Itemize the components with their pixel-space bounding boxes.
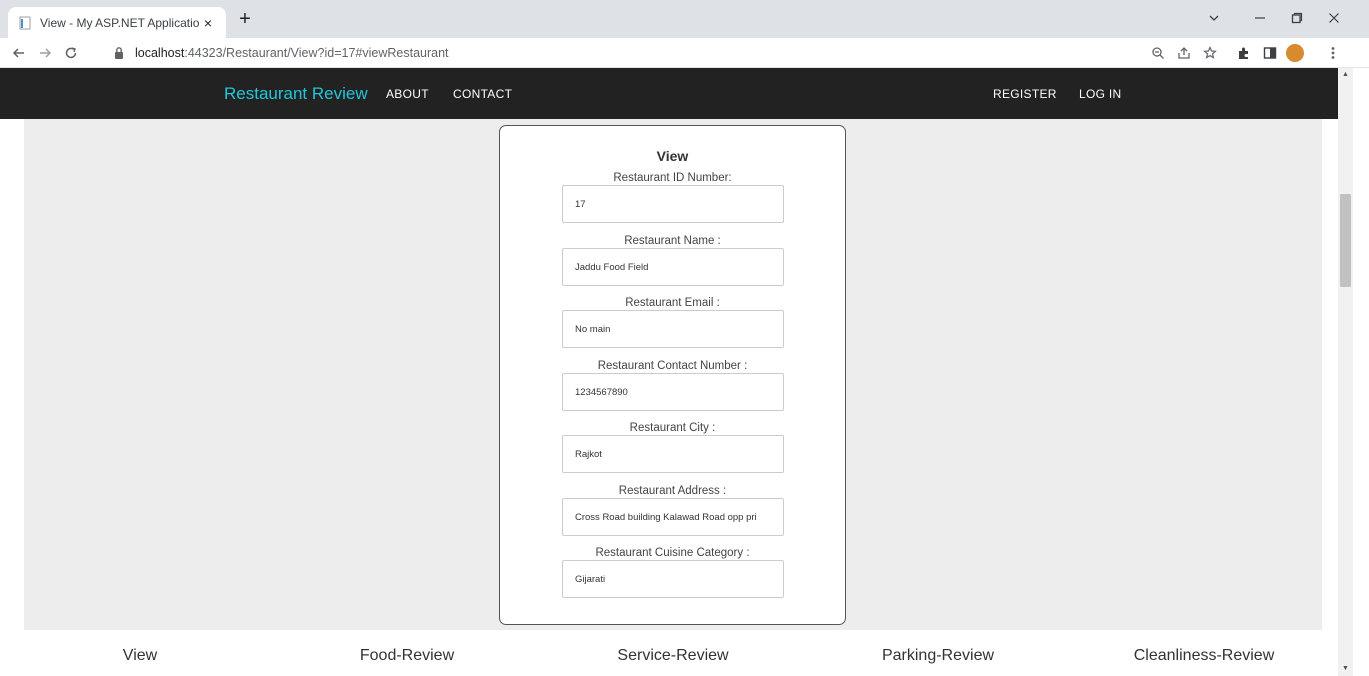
field-value-contact[interactable]: 1234567890 [562,373,784,411]
tab-service-review[interactable]: Service-Review [617,647,728,665]
field-value-address[interactable]: Cross Road building Kalawad Road opp pri [562,498,784,536]
page-favicon-icon [18,16,32,30]
scrollbar-thumb[interactable] [1340,194,1351,287]
zoom-icon[interactable] [1147,42,1169,64]
field-label-id: Restaurant ID Number: [613,172,732,184]
browser-tabstrip: View - My ASP.NET Application × + [0,0,1369,38]
extensions-puzzle-icon[interactable] [1233,42,1255,64]
minimize-icon[interactable] [1249,8,1271,30]
brand-link[interactable]: Restaurant Review [224,84,368,104]
field-label-address: Restaurant Address : [618,485,727,497]
right-edge-strip [1353,68,1369,676]
url-path: :44323/Restaurant/View?id=17#viewRestaur… [184,46,449,60]
tab-parking-review[interactable]: Parking-Review [882,647,994,665]
back-arrow-icon[interactable] [8,42,30,64]
side-panel-icon[interactable] [1259,42,1281,64]
bottom-tab-bar: View Food-Review Service-Review Parking-… [0,630,1338,676]
close-window-icon[interactable] [1323,8,1345,30]
tab-cleanliness-review[interactable]: Cleanliness-Review [1134,647,1275,665]
reload-icon[interactable] [60,42,82,64]
forward-arrow-icon[interactable] [34,42,56,64]
scroll-down-arrow-icon[interactable]: ▼ [1338,662,1353,676]
tab-close-icon[interactable]: × [200,15,216,31]
browser-tab[interactable]: View - My ASP.NET Application × [8,7,226,38]
vertical-scrollbar[interactable]: ▲ ▼ [1338,68,1353,676]
card-title: View [656,148,689,164]
field-value-name[interactable]: Jaddu Food Field [562,248,784,286]
field-label-cuisine: Restaurant Cuisine Category : [595,547,750,559]
site-navbar: Restaurant Review ABOUT CONTACT REGISTER… [0,68,1338,119]
url-host: localhost [135,46,185,60]
field-label-name: Restaurant Name : [624,235,721,247]
tab-food-review[interactable]: Food-Review [360,647,454,665]
tab-title: View - My ASP.NET Application [40,15,200,30]
tab-search-icon[interactable] [1203,8,1225,30]
tab-view[interactable]: View [123,647,157,665]
url-text: localhost:44323/Restaurant/View?id=17#vi… [135,46,449,60]
browser-menu-icon[interactable] [1322,42,1344,64]
browser-toolbar: localhost:44323/Restaurant/View?id=17#vi… [0,38,1369,68]
page-viewport: Restaurant Review ABOUT CONTACT REGISTER… [0,68,1369,676]
nav-about-link[interactable]: ABOUT [386,87,429,101]
field-value-city[interactable]: Rajkot [562,435,784,473]
lock-icon[interactable] [113,46,127,60]
nav-login-link[interactable]: LOG IN [1079,87,1121,101]
address-bar[interactable]: localhost:44323/Restaurant/View?id=17#vi… [103,41,1143,65]
share-icon[interactable] [1173,42,1195,64]
bookmark-star-icon[interactable] [1199,42,1221,64]
restore-icon[interactable] [1286,8,1308,30]
field-value-id[interactable]: 17 [562,185,784,223]
restaurant-view-card: View Restaurant ID Number: 17 Restaurant… [499,125,846,625]
field-label-city: Restaurant City : [629,422,716,434]
field-value-cuisine[interactable]: Gijarati [562,560,784,598]
scroll-up-arrow-icon[interactable]: ▲ [1338,68,1353,82]
new-tab-button[interactable]: + [234,9,256,31]
nav-register-link[interactable]: REGISTER [993,87,1057,101]
field-label-contact: Restaurant Contact Number : [597,360,748,372]
nav-contact-link[interactable]: CONTACT [453,87,512,101]
field-value-email[interactable]: No main [562,310,784,348]
profile-avatar[interactable] [1284,42,1306,64]
field-label-email: Restaurant Email : [625,297,720,309]
